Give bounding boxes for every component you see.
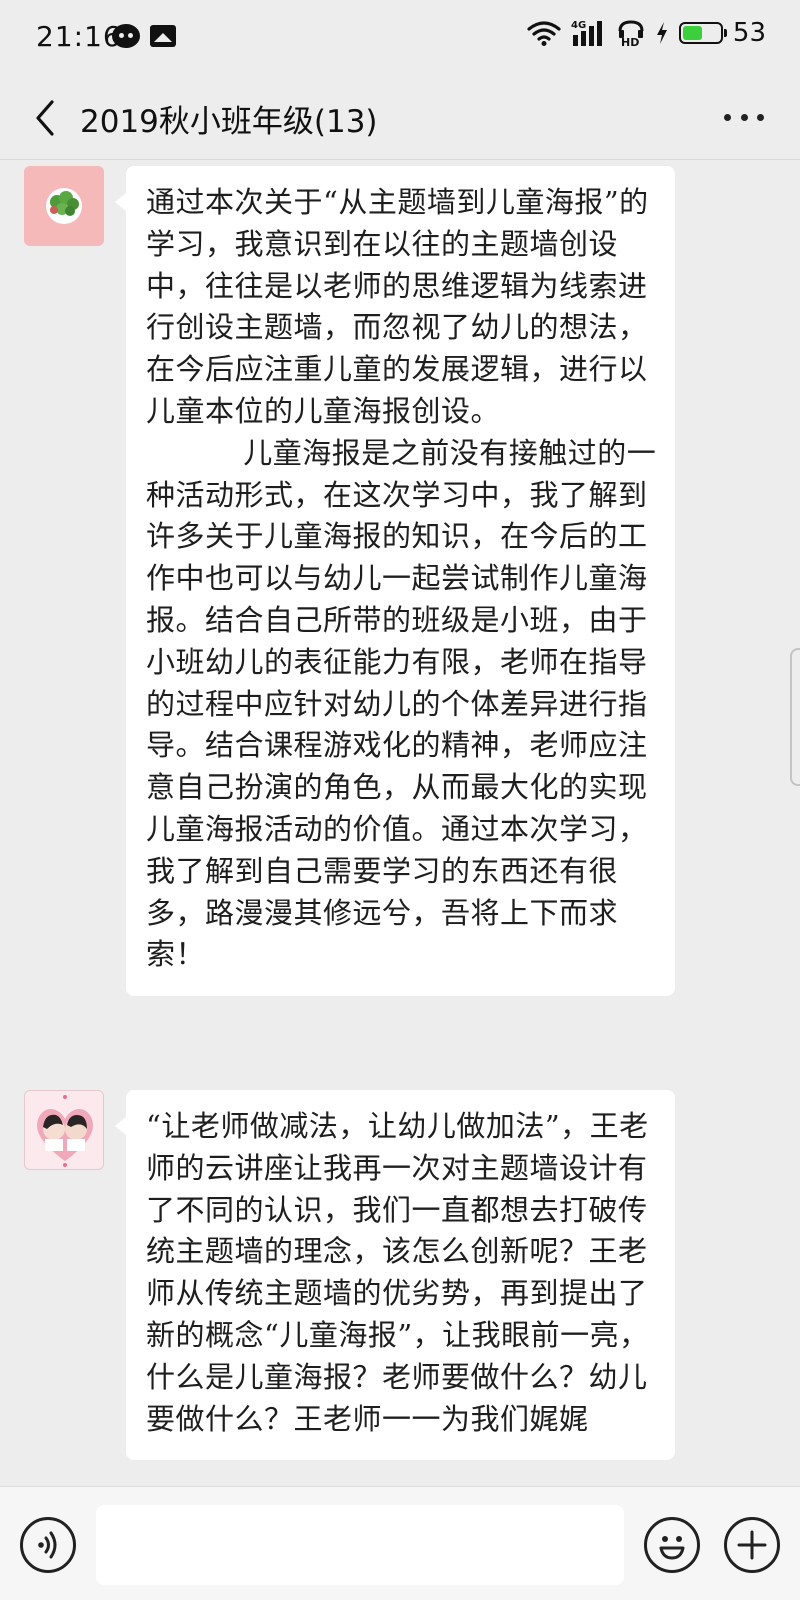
battery-icon [678, 22, 727, 44]
signal-icon: 4G [571, 19, 607, 47]
message-bubble[interactable]: “让老师做减法，让幼儿做加法”，王老师的云讲座让我再一次对主题墙设计有了不同的认… [115, 1090, 675, 1461]
scrollbar-handle[interactable] [790, 648, 800, 786]
avatar-broccoli[interactable] [24, 166, 104, 246]
emoji-icon[interactable] [644, 1517, 700, 1573]
status-left-icons [112, 24, 176, 48]
charging-icon [655, 21, 669, 45]
voice-icon[interactable] [20, 1517, 76, 1573]
wechat-icon [112, 24, 140, 48]
message-bubble[interactable]: 通过本次关于“从主题墙到儿童海报”的学习，我意识到在以往的主题墙创设中，往往是以… [115, 166, 675, 997]
battery-percent: 53 [732, 18, 766, 48]
chevron-left-icon[interactable] [28, 98, 64, 138]
message-input[interactable] [96, 1505, 624, 1585]
nav-bar: 2019秋小班年级(13) [0, 78, 800, 160]
plus-icon[interactable] [724, 1517, 780, 1573]
more-dots-icon[interactable] [724, 102, 764, 132]
battery-fill [682, 26, 702, 40]
network-label: 4G [571, 20, 586, 31]
chat-title: 2019秋小班年级(13) [80, 104, 378, 140]
hd-label: HD [621, 36, 639, 47]
hd-icon: HD [617, 19, 645, 47]
status-bar: 21:16 4G HD 53 [0, 0, 800, 78]
status-right-icons: 4G HD 53 [527, 18, 766, 48]
photo-icon [150, 25, 176, 47]
input-bar [0, 1486, 800, 1600]
status-time: 21:16 [36, 20, 122, 53]
wifi-icon [527, 20, 561, 46]
avatar-photo-heart[interactable] [24, 1090, 104, 1170]
message-list[interactable]: 通过本次关于“从主题墙到儿童海报”的学习，我意识到在以往的主题墙创设中，往往是以… [0, 160, 800, 1486]
